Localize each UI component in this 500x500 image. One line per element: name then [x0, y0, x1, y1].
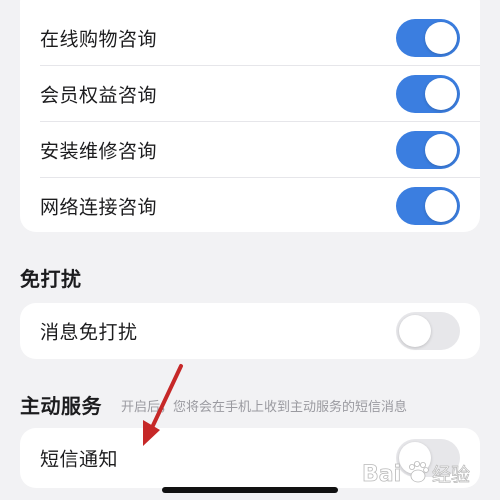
member-benefits-toggle[interactable]	[396, 75, 460, 113]
dnd-section-title: 免打扰	[20, 267, 82, 291]
setting-row-member-benefits[interactable]: 会员权益咨询	[20, 66, 480, 122]
active-service-section-title: 主动服务	[20, 394, 102, 418]
baidu-watermark-logo: Bai 经验	[362, 460, 470, 487]
setting-label: 安装维修咨询	[40, 140, 158, 163]
setting-label: 会员权益咨询	[40, 84, 158, 107]
setting-label: 在线购物咨询	[40, 28, 158, 51]
setting-label: 消息免打扰	[40, 321, 138, 344]
setting-row-message-dnd[interactable]: 消息免打扰	[20, 303, 480, 359]
setting-label: 短信通知	[40, 448, 119, 471]
toggle-knob	[425, 190, 457, 222]
dnd-settings-card: 消息免打扰	[20, 303, 480, 359]
install-repair-toggle[interactable]	[396, 131, 460, 169]
network-connection-toggle[interactable]	[396, 187, 460, 225]
watermark-suffix: 经验	[432, 464, 470, 486]
message-dnd-toggle[interactable]	[396, 312, 460, 350]
online-shopping-toggle[interactable]	[396, 19, 460, 57]
active-service-description: 开启后，您将会在手机上收到主动服务的短信消息	[121, 400, 408, 415]
toggle-knob	[399, 315, 431, 347]
toggle-knob	[425, 22, 457, 54]
setting-row-online-shopping[interactable]: 在线购物咨询	[20, 10, 480, 66]
toggle-knob	[425, 78, 457, 110]
setting-label: 网络连接咨询	[40, 196, 158, 219]
setting-row-install-repair[interactable]: 安装维修咨询	[20, 122, 480, 178]
toggle-knob	[425, 134, 457, 166]
consult-settings-card: 在线购物咨询 会员权益咨询 安装维修咨询 网络连接咨询	[20, 0, 480, 232]
home-indicator	[162, 487, 338, 493]
setting-row-network-connection[interactable]: 网络连接咨询	[20, 178, 480, 234]
watermark-brand: Bai	[362, 462, 401, 487]
paw-icon	[409, 460, 429, 483]
